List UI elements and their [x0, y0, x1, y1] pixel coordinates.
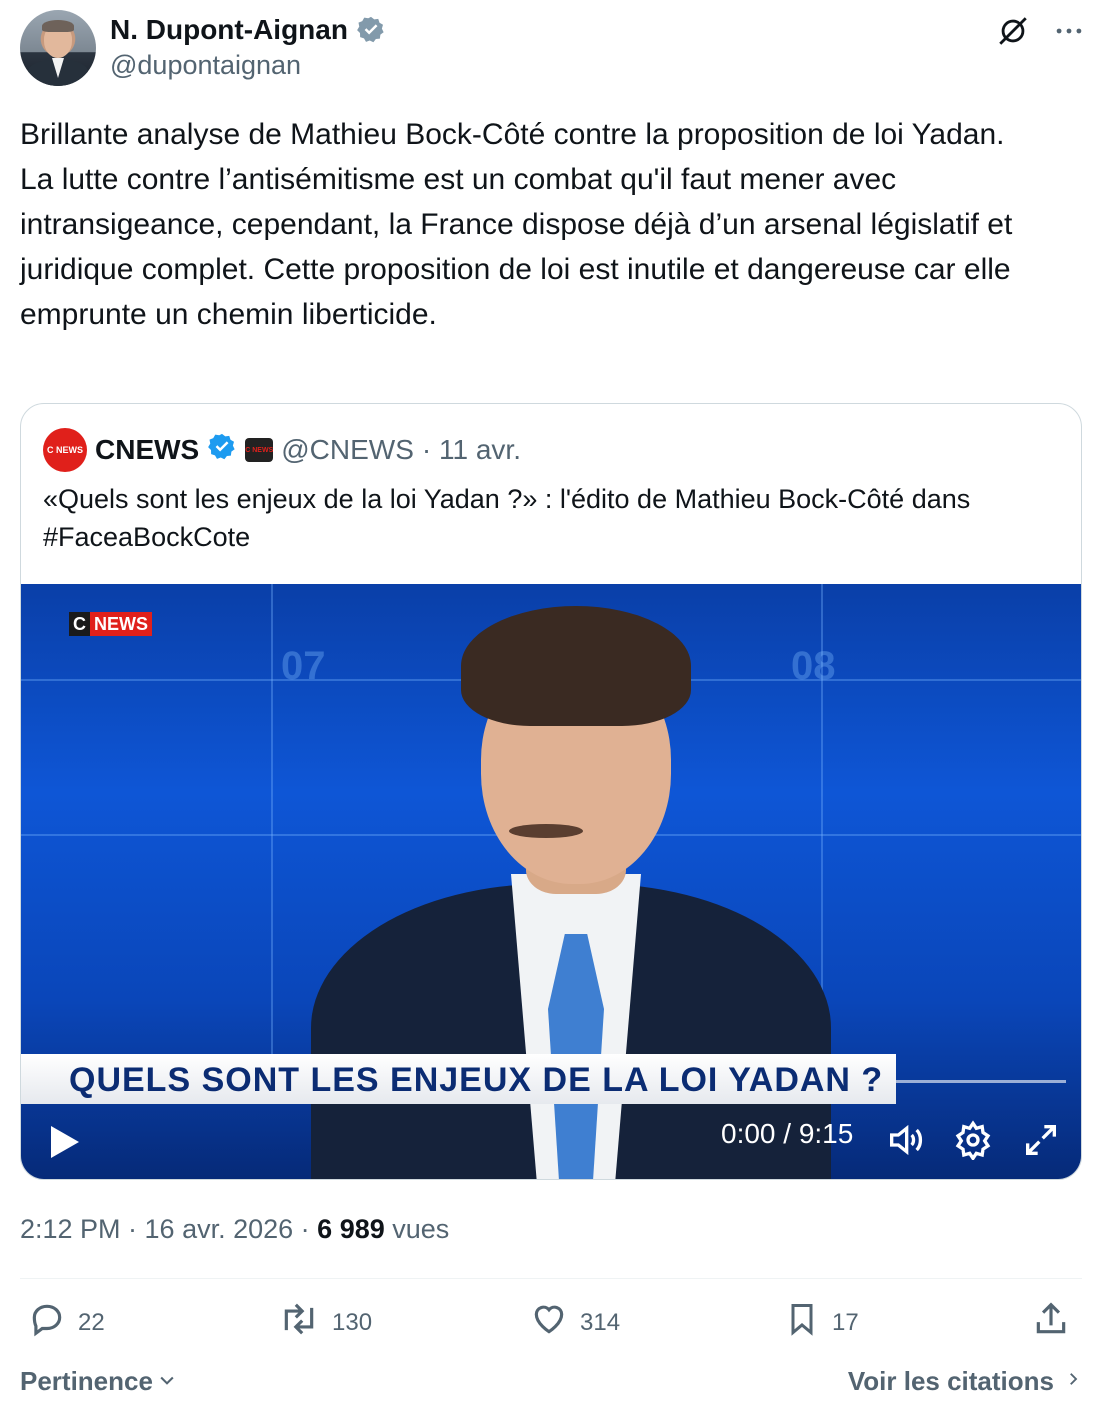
- background-number: 07: [281, 644, 326, 688]
- tweet-timestamp[interactable]: 2:12 PM · 16 avr. 2026 ·: [20, 1214, 317, 1244]
- tweet-meta: 2:12 PM · 16 avr. 2026 · 6 989 vues: [20, 1214, 449, 1245]
- divider: [20, 1278, 1082, 1279]
- views-label: vues: [392, 1214, 450, 1244]
- person-hair: [461, 606, 691, 726]
- author-name[interactable]: N. Dupont-Aignan: [110, 14, 348, 46]
- sort-label: Pertinence: [20, 1366, 153, 1396]
- video-progress-track[interactable]: [896, 1080, 1066, 1083]
- settings-icon[interactable]: [953, 1120, 993, 1165]
- quoted-text: «Quels sont les enjeux de la loi Yadan ?…: [43, 484, 971, 552]
- bookmark-count: 17: [832, 1308, 859, 1336]
- quoted-tweet[interactable]: C NEWS CNEWS C NEWS @CNEWS · 11 avr. «Qu…: [20, 403, 1082, 1180]
- reply-button[interactable]: 22: [28, 1300, 105, 1345]
- person-mustache: [509, 824, 583, 838]
- like-button[interactable]: 314: [530, 1300, 620, 1345]
- share-button[interactable]: [1032, 1300, 1070, 1345]
- avatar[interactable]: [20, 10, 96, 86]
- tweet-text: Brillante analyse de Mathieu Bock-Côté c…: [20, 118, 1013, 331]
- repost-button[interactable]: 130: [278, 1300, 372, 1345]
- author-handle[interactable]: @dupontaignan: [110, 50, 301, 81]
- views-count: 6 989: [317, 1214, 385, 1244]
- bookmark-button[interactable]: 17: [784, 1300, 859, 1345]
- more-options-icon[interactable]: [1052, 14, 1086, 48]
- background-grid-line: [271, 584, 273, 1054]
- quoted-avatar[interactable]: C NEWS: [43, 428, 87, 472]
- verified-badge-icon: [356, 15, 386, 45]
- chevron-down-icon: [157, 1366, 177, 1397]
- reply-icon: [28, 1300, 66, 1345]
- bookmark-icon: [784, 1300, 820, 1345]
- quoted-name[interactable]: CNEWS: [95, 434, 199, 466]
- chevron-right-icon: [1064, 1366, 1082, 1397]
- fullscreen-icon[interactable]: [1021, 1120, 1061, 1165]
- quoted-date[interactable]: · 11 avr.: [422, 434, 521, 466]
- view-quotes-link[interactable]: Voir les citations: [848, 1366, 1082, 1397]
- background-number: 08: [791, 644, 836, 688]
- reply-count: 22: [78, 1308, 105, 1336]
- quoted-header: C NEWS CNEWS C NEWS @CNEWS · 11 avr.: [43, 428, 521, 472]
- like-count: 314: [580, 1308, 621, 1336]
- grok-icon[interactable]: [996, 14, 1030, 48]
- play-icon[interactable]: [49, 1124, 81, 1165]
- channel-logo: C NEWS: [69, 612, 152, 636]
- video-time: 0:00 / 9:15: [721, 1118, 854, 1149]
- action-bar: 22 130 314 17: [20, 1300, 1082, 1350]
- affiliate-badge-icon: C NEWS: [245, 438, 274, 462]
- volume-icon[interactable]: [885, 1120, 925, 1165]
- quoted-handle[interactable]: @CNEWS: [281, 434, 414, 466]
- video-player[interactable]: 07 08 C NEWS QUELS SONT LES ENJEUX DE LA …: [21, 584, 1081, 1179]
- video-banner: QUELS SONT LES ENJEUX DE LA LOI YADAN ?: [21, 1054, 896, 1104]
- repost-icon: [278, 1300, 320, 1345]
- view-quotes-label: Voir les citations: [847, 1366, 1054, 1396]
- verified-badge-icon: [207, 432, 237, 469]
- share-icon: [1032, 1300, 1070, 1345]
- author-name-row[interactable]: N. Dupont-Aignan: [110, 14, 386, 46]
- heart-icon: [530, 1300, 568, 1345]
- top-actions: [996, 14, 1086, 48]
- repost-count: 130: [332, 1308, 373, 1336]
- sort-dropdown[interactable]: Pertinence: [20, 1366, 177, 1397]
